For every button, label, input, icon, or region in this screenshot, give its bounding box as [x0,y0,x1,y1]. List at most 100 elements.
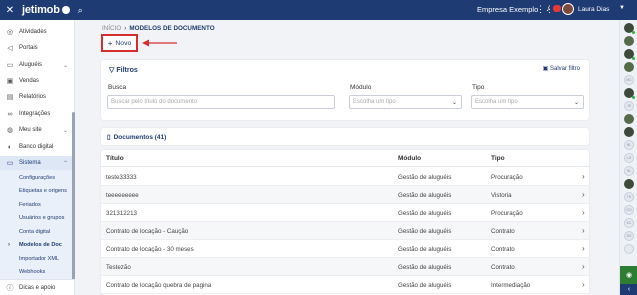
contact-avatar[interactable] [624,179,634,189]
chevron-right-icon[interactable]: › [582,244,585,253]
submenu-item-importador-xml[interactable]: Importador XML [19,256,59,262]
chevron-down-icon: ⌄ [62,127,68,134]
chevron-right-icon[interactable]: › [582,190,585,199]
apps-grid-icon[interactable]: ⋮⋮ [536,4,554,15]
search-icon[interactable]: ⌕ [78,5,83,16]
search-placeholder: Buscar pelo título do documento [111,99,198,105]
close-icon[interactable]: ✕ [0,5,20,16]
type-select[interactable]: Escolha um tipo ⌄ [471,95,584,109]
contact-avatar[interactable] [624,244,634,254]
contact-avatar[interactable] [624,114,634,124]
table-row[interactable]: Contrato de locação - Caução Gestão de a… [101,222,589,240]
sistema-submenu: Configurações Etiquetas e origens Feriad… [0,170,75,279]
user-avatar[interactable] [562,3,574,15]
breadcrumb-home[interactable]: INÍCIO [102,25,121,32]
bell-icon[interactable]: ♪ [546,4,550,13]
submenu-item-configuracoes[interactable]: Configurações [19,175,55,181]
online-indicator [632,31,635,34]
type-placeholder: Escolha um tipo [475,99,518,105]
piggy-bank-icon: ◐ [7,143,13,151]
contact-avatar[interactable] [624,36,634,46]
table-row[interactable]: Contrato de locação quebra de pagina Ges… [101,276,589,294]
submenu-item-conta-digital[interactable]: Conta digital [19,229,50,235]
chevron-right-icon[interactable]: › [582,280,585,289]
sidebar-item-alugueis[interactable]: ▭ Aluguéis ⌄ [0,58,75,72]
chat-button[interactable]: ◉ [620,266,637,284]
top-bar: ✕ jetimob ⌕ Empresa Exemplo ⋮⋮ ♪ Laura D… [0,0,637,20]
contact-avatar[interactable]: SL [624,166,634,176]
new-document-button[interactable]: + Novo [101,34,138,52]
contact-avatar[interactable]: DS [624,231,634,241]
cell-title: Testezão [106,264,131,271]
chevron-right-icon[interactable]: › [582,208,585,217]
sidebar-scrollbar[interactable] [72,112,75,280]
sidebar-item-integracoes[interactable]: ∞ Integrações [0,107,75,121]
contact-avatar[interactable] [624,127,634,137]
column-header-module[interactable]: Módulo [398,155,421,162]
contact-avatar[interactable] [624,49,635,60]
cell-module: Gestão de aluguéis [398,192,452,199]
contact-avatar[interactable]: MC [624,75,634,85]
sidebar-item-vendas[interactable]: ▣ Vendas [0,74,75,88]
contact-avatar[interactable]: GO [624,205,634,215]
submenu-item-usuarios[interactable]: Usuários e grupos [19,215,64,221]
sidebar-item-portais[interactable]: ◁ Portais [0,41,75,55]
table-row[interactable]: 321312213 Gestão de aluguéis Procuração … [101,204,589,222]
contact-avatar[interactable]: TK [624,192,634,202]
chevron-right-icon[interactable]: › [582,172,585,181]
contact-avatar[interactable]: LG [624,153,634,163]
submenu-item-feriados[interactable]: Feriados [19,202,41,208]
sidebar-item-label: Integrações [19,111,51,117]
sidebar-item-meu-site[interactable]: ◍ Meu site ⌄ [0,123,75,137]
globe-icon: ◍ [6,127,14,134]
sidebar-item-atividades[interactable]: ◎ Atividades [0,25,75,39]
company-name[interactable]: Empresa Exemplo [477,5,538,14]
sidebar-item-sistema[interactable]: ▭ Sistema ⌃ [0,156,75,170]
filters-title-label: Filtros [116,67,138,74]
column-header-type[interactable]: Tipo [491,155,505,162]
contact-avatar[interactable]: KC [624,218,634,228]
document-icon: ▯ [107,134,111,141]
collapse-rail-button[interactable]: ‹ [620,284,637,295]
table-row[interactable]: Testezão Gestão de aluguéis Contrato › [101,258,589,276]
chat-icon: ◉ [625,272,633,279]
chevron-right-icon[interactable]: › [582,262,585,271]
brand-logo[interactable]: jetimob [22,4,70,16]
search-input[interactable]: Buscar pelo título do documento [107,95,335,109]
chevron-up-icon: ⌃ [62,160,68,167]
info-icon: ⓘ [6,284,14,292]
filters-title[interactable]: ▽ Filtros [109,66,138,74]
table-row[interactable]: teste33333 Gestão de aluguéis Procuração… [101,168,589,186]
contact-avatar[interactable]: JE [624,101,634,111]
table-row[interactable]: Contrato de locação - 30 meses Gestão de… [101,240,589,258]
sidebar-item-dicas[interactable]: ⓘ Dicas e apoio [0,279,75,295]
search-label: Busca [108,84,127,91]
contact-avatar[interactable] [624,62,634,72]
notification-badge[interactable] [553,5,561,12]
cell-title: teste33333 [106,174,137,181]
table-row[interactable]: teeeeeeeee Gestão de aluguéis Vistoria › [101,186,589,204]
contact-avatar[interactable] [624,23,635,34]
cell-module: Gestão de aluguéis [398,228,452,235]
book-icon: ▭ [6,62,14,69]
submenu-item-webhooks[interactable]: Webhooks [19,269,45,275]
contact-avatar[interactable] [624,88,635,99]
chevron-down-icon[interactable]: ▼ [619,5,625,11]
brand-logo-mark [61,6,70,15]
save-filter-button[interactable]: ▣ Salvar filtro [543,65,580,72]
cell-module: Gestão de aluguéis [398,174,452,181]
column-header-title[interactable]: Título [106,155,124,162]
module-select[interactable]: Escolha um tipo ⌄ [349,95,462,109]
filters-card: ▽ Filtros ▣ Salvar filtro Busca Buscar pe… [101,60,589,120]
sidebar-item-banco-digital[interactable]: ◐ Banco digital [0,140,75,154]
sidebar-item-label: Dicas e apoio [19,284,56,291]
submenu-item-modelos-doc[interactable]: › Modelos de Doc [8,242,62,248]
sidebar: ◎ Atividades ◁ Portais ▭ Aluguéis ⌄ ▣ Vendas … [0,20,75,295]
user-name[interactable]: Laura Dias [578,6,609,13]
submenu-item-etiquetas[interactable]: Etiquetas e origens [19,188,67,194]
chevron-left-icon: ‹ [627,286,631,293]
contact-avatar[interactable]: BL [624,140,634,150]
chevron-right-icon[interactable]: › [582,226,585,235]
chevron-right-icon: › [8,242,10,248]
sidebar-item-relatorios[interactable]: ▤ Relatórios [0,90,75,104]
